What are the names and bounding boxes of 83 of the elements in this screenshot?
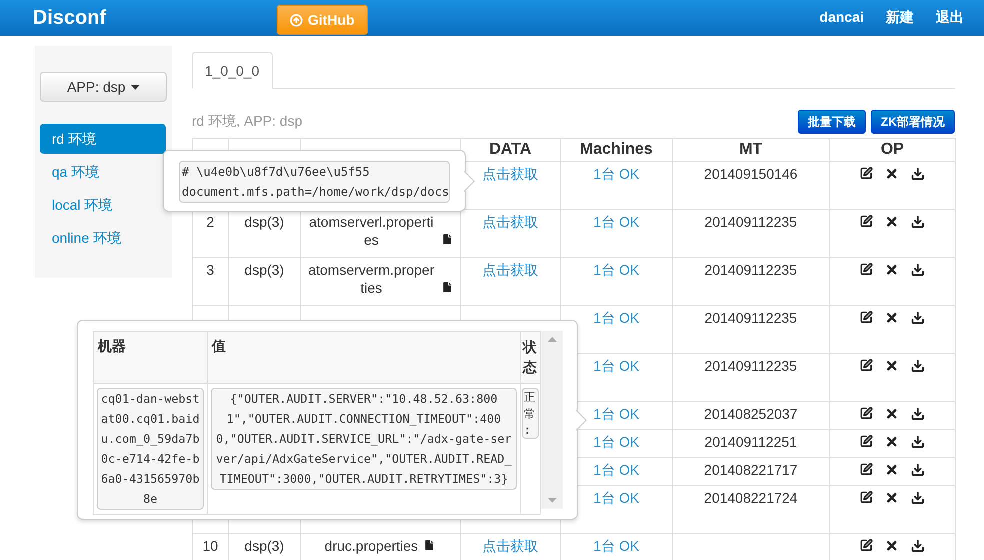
- machine-name: cq01-dan-webstat00.cq01.baidu.com_0_59da7b0c-e714-42fe-b6a0-431565970b8e: [97, 388, 204, 510]
- edit-icon[interactable]: [860, 463, 873, 477]
- sidebar-item[interactable]: local 环境: [40, 190, 166, 220]
- edit-icon[interactable]: [860, 311, 873, 325]
- download-icon[interactable]: [911, 463, 925, 477]
- delete-icon[interactable]: [885, 215, 899, 229]
- delete-icon[interactable]: [885, 311, 899, 325]
- modified-time: 201408221724: [704, 490, 798, 506]
- fetch-link[interactable]: 点击获取: [482, 166, 538, 182]
- machines-link[interactable]: 1台 OK: [594, 166, 640, 182]
- app-dropdown[interactable]: APP: dsp: [40, 72, 167, 102]
- column-header: 值: [208, 332, 520, 384]
- config-value: {"OUTER.AUDIT.SERVER":"10.48.52.63:8001","OUTER.AUDIT.CONNECTION_TIMEOUT":4000,"OUTER.AUDIT.SERVICE_URL":"/adx-gate-server/api/AdxGateService","OUTER.AUDIT.READ_TIMEOUT":3000,"OUTER.AUDIT.RETRYTIMES":3}: [211, 388, 517, 490]
- delete-icon[interactable]: [885, 463, 899, 477]
- config-code: # \u4e0b\u8f7d\u76ee\u5f55 document.mfs.path=/home/work/dsp/docs: [179, 161, 450, 203]
- column-header: 机器: [94, 332, 208, 384]
- delete-icon[interactable]: [885, 263, 899, 277]
- machines-link[interactable]: 1台 OK: [594, 358, 640, 374]
- download-icon[interactable]: [911, 407, 925, 421]
- app-cell: dsp(3): [244, 262, 284, 278]
- status-value: 正常:: [522, 388, 539, 440]
- page-heading: rd 环境, APP: dsp: [192, 113, 302, 131]
- modified-time: 201409112251: [704, 434, 798, 450]
- row-number: 10: [202, 538, 218, 554]
- modified-time: 201408221717: [704, 462, 798, 478]
- column-header: OP: [830, 138, 956, 162]
- download-icon[interactable]: [911, 435, 925, 449]
- edit-icon[interactable]: [860, 491, 873, 505]
- tab[interactable]: 1_0_0_0: [192, 52, 273, 89]
- download-icon[interactable]: [911, 359, 925, 373]
- modified-time: 201409112235: [704, 262, 798, 278]
- edit-icon[interactable]: [860, 539, 873, 553]
- key-name: druc.properties: [324, 537, 418, 555]
- row-number: 3: [206, 262, 214, 278]
- nav-link[interactable]: dancai: [820, 9, 864, 27]
- edit-icon[interactable]: [860, 215, 873, 229]
- sidebar-item[interactable]: online 环境: [40, 223, 166, 253]
- modified-time: 201409112235: [704, 358, 798, 374]
- delete-icon[interactable]: [885, 491, 899, 505]
- machines-link[interactable]: 1台 OK: [594, 490, 640, 506]
- edit-icon[interactable]: [860, 435, 873, 449]
- delete-icon[interactable]: [885, 359, 899, 373]
- arrow-up-icon: [290, 14, 303, 26]
- download-icon[interactable]: [911, 215, 925, 229]
- machines-link[interactable]: 1台 OK: [594, 214, 640, 230]
- sidebar-item[interactable]: rd 环境: [40, 124, 166, 154]
- modified-time: 201409112235: [704, 214, 798, 230]
- edit-icon[interactable]: [860, 263, 873, 277]
- key-name: atomserverm.properties: [307, 261, 436, 297]
- nav-link[interactable]: 新建: [886, 9, 914, 27]
- caret-icon: [130, 84, 140, 90]
- delete-icon[interactable]: [885, 167, 899, 181]
- download-icon[interactable]: [911, 167, 925, 181]
- column-header: 状态: [523, 338, 537, 377]
- edit-icon[interactable]: [860, 359, 873, 373]
- delete-icon[interactable]: [885, 435, 899, 449]
- machines-link[interactable]: 1台 OK: [594, 310, 640, 326]
- modified-time: 201408252037: [704, 406, 798, 422]
- modified-time: 201409150146: [704, 166, 798, 182]
- column-header: MT: [672, 138, 830, 162]
- delete-icon[interactable]: [885, 539, 899, 553]
- action-button[interactable]: ZK部署情况: [871, 110, 955, 134]
- edit-icon[interactable]: [860, 407, 873, 421]
- fetch-link[interactable]: 点击获取: [482, 214, 538, 230]
- modified-time: 201409112235: [704, 310, 798, 326]
- column-header: Machines: [560, 138, 672, 162]
- download-icon[interactable]: [911, 311, 925, 325]
- app-cell: dsp(3): [244, 538, 284, 554]
- edit-icon[interactable]: [860, 167, 873, 181]
- sidebar-item[interactable]: qa 环境: [40, 157, 166, 187]
- brand-title: Disconf: [33, 6, 108, 30]
- download-icon[interactable]: [911, 263, 925, 277]
- download-icon[interactable]: [911, 491, 925, 505]
- row-number: 2: [206, 214, 214, 230]
- github-button[interactable]: GitHub: [277, 5, 368, 35]
- nav-link[interactable]: 退出: [936, 9, 964, 27]
- fetch-link[interactable]: 点击获取: [482, 262, 538, 278]
- action-button[interactable]: 批量下载: [798, 110, 866, 134]
- app-cell: dsp(3): [244, 214, 284, 230]
- machines-link[interactable]: 1台 OK: [594, 262, 640, 278]
- key-name: atomserverl.properties: [308, 213, 435, 249]
- download-icon[interactable]: [911, 539, 925, 553]
- delete-icon[interactable]: [885, 407, 899, 421]
